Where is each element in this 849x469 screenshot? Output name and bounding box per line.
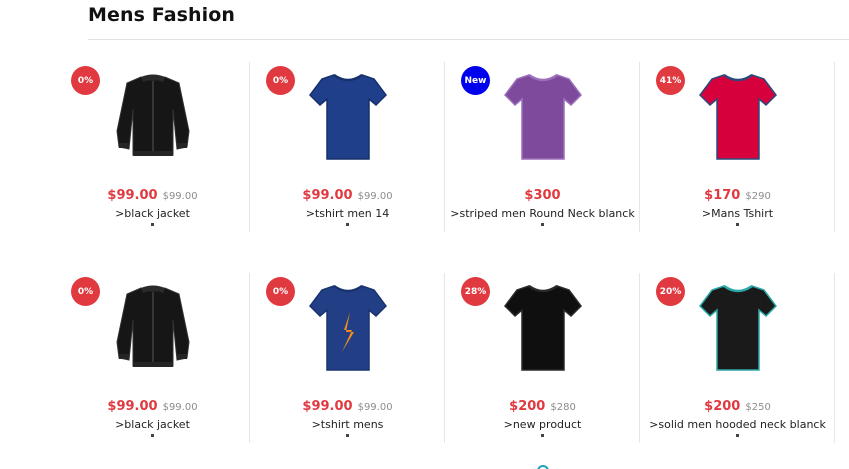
product-card[interactable]: 0% $99.00 $99.00 >tshirt mens (250, 273, 445, 443)
product-image[interactable] (110, 275, 196, 379)
product-name-link[interactable]: >black jacket (55, 418, 250, 431)
product-price: $99.00 (302, 399, 353, 414)
card-dot (541, 223, 544, 226)
card-dot (736, 223, 739, 226)
product-price: $300 (524, 188, 561, 203)
product-name-link[interactable]: >black jacket (55, 207, 250, 220)
product-old-price: $99.00 (162, 191, 198, 202)
product-grid: 0% $99.00 $99.00 >black jacket 0% $99.00 $99.0… (55, 62, 835, 469)
product-image[interactable] (110, 64, 196, 168)
product-card[interactable]: 0% $99.00 $99.00 >tshirt men 14 (250, 62, 445, 232)
product-section: Mens Fashion 0% $99.00 $99.00 >black jacket… (0, 0, 849, 469)
price-line: $99.00 $99.00 (55, 397, 250, 415)
discount-badge: 20% (656, 277, 685, 306)
product-name-link[interactable]: >solid men hooded neck blanck (640, 418, 835, 431)
product-image[interactable] (500, 64, 586, 168)
discount-badge: 41% (656, 66, 685, 95)
card-dot (346, 223, 349, 226)
product-row: 0% $99.00 $99.00 >black jacket 0% $99.00 $99.0… (55, 62, 835, 273)
card-dot (151, 434, 154, 437)
price-line: $300 (445, 186, 640, 204)
product-old-price: $250 (745, 402, 771, 413)
section-title: Mens Fashion (88, 4, 236, 26)
discount-badge: 0% (71, 277, 100, 306)
product-old-price: $99.00 (162, 402, 198, 413)
product-old-price: $290 (745, 191, 771, 202)
card-dot (151, 223, 154, 226)
card-dot (541, 434, 544, 437)
product-name-link[interactable]: >tshirt men 14 (250, 207, 445, 220)
discount-badge: 0% (71, 66, 100, 95)
product-price: $99.00 (107, 188, 158, 203)
product-image[interactable] (500, 275, 586, 379)
price-line: $99.00 $99.00 (250, 186, 445, 204)
product-name-link[interactable]: >striped men Round Neck blanck (445, 207, 640, 220)
product-image[interactable] (305, 275, 391, 379)
price-line: $170 $290 (640, 186, 835, 204)
product-card[interactable]: 28% $200 $280 >new product (445, 273, 640, 443)
product-price: $200 (509, 399, 546, 414)
discount-badge: 0% (266, 277, 295, 306)
price-line: $200 $250 (640, 397, 835, 415)
product-card[interactable]: 0% $99.00 $99.00 >black jacket (55, 273, 250, 443)
price-line: $200 $280 (445, 397, 640, 415)
discount-badge: 28% (461, 277, 490, 306)
price-line: $99.00 $99.00 (250, 397, 445, 415)
product-row: 0% $99.00 $99.00 >black jacket 0% $99.00 $99.0… (55, 273, 835, 469)
discount-badge: 0% (266, 66, 295, 95)
product-name-link[interactable]: >tshirt mens (250, 418, 445, 431)
product-image[interactable] (305, 64, 391, 168)
product-image[interactable] (695, 64, 781, 168)
product-card[interactable]: 20% $200 $250 >solid men hooded neck blanck (640, 273, 835, 443)
product-old-price: $99.00 (357, 402, 393, 413)
product-price: $99.00 (107, 399, 158, 414)
product-old-price: $280 (550, 402, 576, 413)
product-image[interactable] (695, 275, 781, 379)
product-old-price: $99.00 (357, 191, 393, 202)
product-card[interactable]: 41% $170 $290 >Mans Tshirt (640, 62, 835, 232)
card-dot (346, 434, 349, 437)
discount-badge: New (461, 66, 490, 95)
product-card[interactable]: New $300 >striped men Round Neck blanck (445, 62, 640, 232)
product-price: $99.00 (302, 188, 353, 203)
card-dot (736, 434, 739, 437)
product-name-link[interactable]: >Mans Tshirt (640, 207, 835, 220)
product-price: $200 (704, 399, 741, 414)
price-line: $99.00 $99.00 (55, 186, 250, 204)
product-card[interactable]: 0% $99.00 $99.00 >black jacket (55, 62, 250, 232)
title-divider (88, 39, 849, 40)
product-name-link[interactable]: >new product (445, 418, 640, 431)
product-price: $170 (704, 188, 741, 203)
